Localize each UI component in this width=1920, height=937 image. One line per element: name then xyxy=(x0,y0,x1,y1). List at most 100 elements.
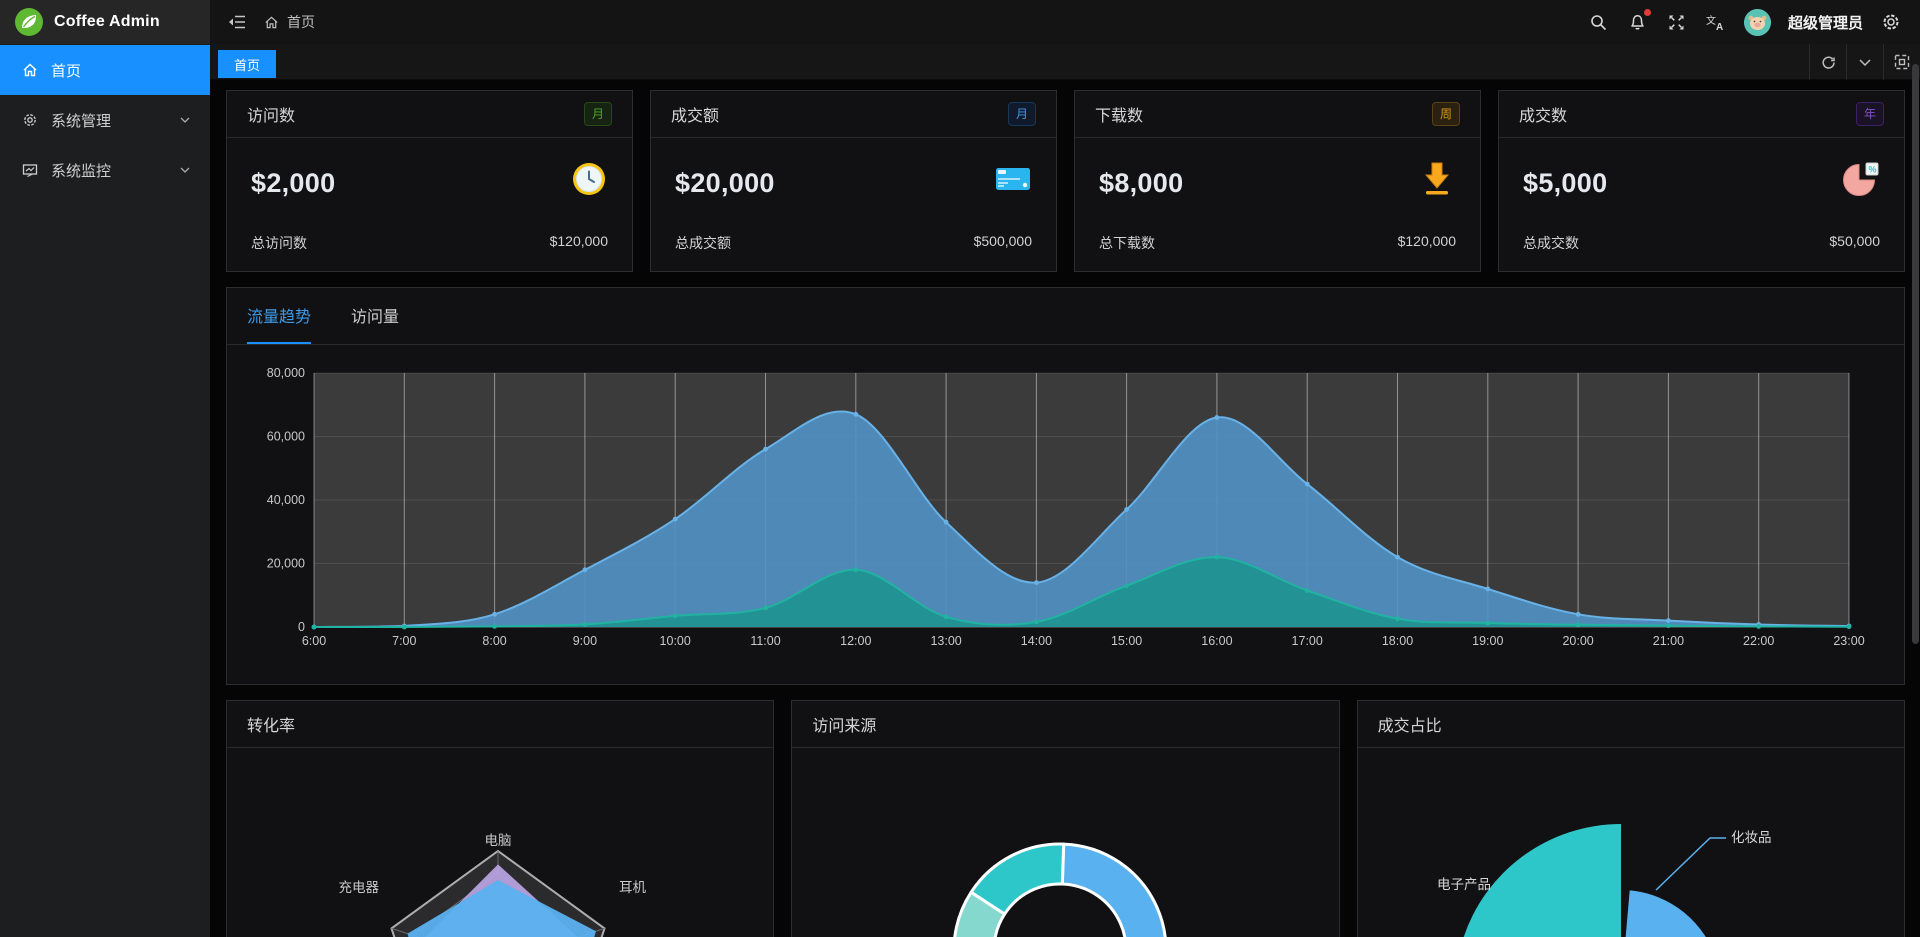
stat-footer-value: $120,000 xyxy=(1398,233,1456,253)
trend-chart-card: 流量趋势 访问量 020,00040,00060,00080,0006:007:… xyxy=(226,287,1905,685)
main-area: 首页 xyxy=(210,0,1920,937)
gear-icon xyxy=(1882,13,1900,31)
notification-badge-dot xyxy=(1644,9,1651,16)
svg-text:10:00: 10:00 xyxy=(660,634,691,648)
svg-text:19:00: 19:00 xyxy=(1472,634,1503,648)
home-icon xyxy=(22,62,38,78)
brand[interactable]: Coffee Admin xyxy=(0,0,210,44)
period-badge: 月 xyxy=(1008,102,1036,126)
sidebar-item-system-management[interactable]: 系统管理 xyxy=(0,95,210,145)
svg-text:22:00: 22:00 xyxy=(1743,634,1774,648)
stat-card-deals: 成交数 年 $5,000 % 总成交数 $50,000 xyxy=(1498,90,1905,272)
svg-text:7:00: 7:00 xyxy=(392,634,416,648)
stat-value: $2,000 xyxy=(251,168,335,199)
menu-fold-icon xyxy=(228,14,246,30)
refresh-tab-button[interactable] xyxy=(1809,44,1846,80)
bottom-charts-row: 转化率 电脑充电器耳机 访问来源 成交占比 电子产品化妆品 xyxy=(226,700,1905,937)
sidebar-item-label: 系统监控 xyxy=(51,160,111,181)
svg-text:充电器: 充电器 xyxy=(339,880,380,895)
avatar[interactable] xyxy=(1744,9,1771,36)
svg-text:8:00: 8:00 xyxy=(482,634,506,648)
svg-text:16:00: 16:00 xyxy=(1201,634,1232,648)
stat-footer-label: 总访问数 xyxy=(251,233,307,253)
settings-button[interactable] xyxy=(1880,11,1902,33)
stat-value: $8,000 xyxy=(1099,168,1183,199)
period-badge: 月 xyxy=(584,102,612,126)
traffic-trend-area-chart[interactable]: 020,00040,00060,00080,0006:007:008:009:0… xyxy=(227,345,1904,685)
sidebar: Coffee Admin 首页 系统管理 xyxy=(0,0,210,937)
current-user-name[interactable]: 超级管理员 xyxy=(1788,12,1863,33)
page-tab-label: 首页 xyxy=(234,55,260,74)
svg-text:6:00: 6:00 xyxy=(302,634,326,648)
notifications-button[interactable] xyxy=(1627,11,1649,33)
svg-text:电子产品: 电子产品 xyxy=(1437,877,1491,892)
breadcrumb[interactable]: 首页 xyxy=(264,12,315,32)
svg-text:20,000: 20,000 xyxy=(267,557,305,571)
svg-text:21:00: 21:00 xyxy=(1653,634,1684,648)
visit-source-donut-chart[interactable] xyxy=(792,748,1338,937)
svg-text:40,000: 40,000 xyxy=(267,493,305,507)
home-icon xyxy=(264,15,279,30)
page-content: 访问数 月 $2,000 总访问数 $120,000 xyxy=(210,80,1920,937)
deal-share-pie-chart[interactable]: 电子产品化妆品 xyxy=(1358,748,1904,937)
svg-text:23:00: 23:00 xyxy=(1833,634,1864,648)
tab-traffic-trend[interactable]: 流量趋势 xyxy=(247,288,311,344)
tab-visit-volume[interactable]: 访问量 xyxy=(351,288,399,344)
download-icon xyxy=(1418,160,1456,198)
brand-logo-icon xyxy=(14,7,44,37)
sidebar-menu: 首页 系统管理 系统监控 xyxy=(0,44,210,195)
page-tab-home[interactable]: 首页 xyxy=(218,50,276,78)
fullscreen-icon xyxy=(1668,14,1685,31)
stat-footer-label: 总成交额 xyxy=(675,233,731,253)
sidebar-item-label: 系统管理 xyxy=(51,110,111,131)
sidebar-item-system-monitoring[interactable]: 系统监控 xyxy=(0,145,210,195)
chevron-down-icon xyxy=(180,167,190,173)
svg-text:14:00: 14:00 xyxy=(1021,634,1052,648)
svg-text:0: 0 xyxy=(298,620,305,634)
stat-card-visits: 访问数 月 $2,000 总访问数 $120,000 xyxy=(226,90,633,272)
scrollbar[interactable] xyxy=(1912,64,1919,644)
svg-text:15:00: 15:00 xyxy=(1111,634,1142,648)
svg-text:13:00: 13:00 xyxy=(930,634,961,648)
fullscreen-button[interactable] xyxy=(1666,11,1688,33)
sidebar-collapse-button[interactable] xyxy=(226,11,248,33)
tab-label: 流量趋势 xyxy=(247,303,311,327)
stat-card-title: 访问数 xyxy=(247,102,295,126)
chevron-down-icon xyxy=(1859,59,1871,66)
svg-text:文: 文 xyxy=(1706,14,1716,27)
avatar-image xyxy=(1744,9,1771,36)
clock-icon xyxy=(570,160,608,198)
stat-value: $5,000 xyxy=(1523,168,1607,199)
card-title: 成交占比 xyxy=(1378,712,1442,736)
sidebar-item-label: 首页 xyxy=(51,60,81,81)
svg-text:电脑: 电脑 xyxy=(485,833,512,848)
tabs-bar: 首页 xyxy=(210,44,1920,80)
topbar: 首页 xyxy=(210,0,1920,44)
svg-text:A: A xyxy=(1716,22,1723,31)
conversion-rate-card: 转化率 电脑充电器耳机 xyxy=(226,700,774,937)
chevron-down-icon xyxy=(180,117,190,123)
search-button[interactable] xyxy=(1588,11,1610,33)
period-badge: 年 xyxy=(1856,102,1884,126)
stat-cards-row: 访问数 月 $2,000 总访问数 $120,000 xyxy=(226,90,1905,272)
gear-icon xyxy=(22,112,38,128)
stat-card-downloads: 下载数 周 $8,000 总下载数 $120,000 xyxy=(1074,90,1481,272)
pie-icon: % xyxy=(1842,160,1880,198)
tab-options-button[interactable] xyxy=(1846,44,1883,80)
search-icon xyxy=(1590,14,1607,31)
tab-controls xyxy=(1809,44,1920,80)
svg-text:9:00: 9:00 xyxy=(573,634,597,648)
svg-text:耳机: 耳机 xyxy=(619,880,647,895)
svg-text:80,000: 80,000 xyxy=(267,366,305,380)
language-switch-button[interactable]: 文 A xyxy=(1705,11,1727,33)
refresh-icon xyxy=(1821,55,1836,70)
credit-card-icon xyxy=(994,160,1032,198)
stat-card-title: 下载数 xyxy=(1095,102,1143,126)
deal-share-card: 成交占比 电子产品化妆品 xyxy=(1357,700,1905,937)
trend-chart-tabs: 流量趋势 访问量 xyxy=(227,288,1904,345)
svg-text:11:00: 11:00 xyxy=(750,634,780,648)
sidebar-item-home[interactable]: 首页 xyxy=(0,45,210,95)
conversion-rate-radar-chart[interactable]: 电脑充电器 耳机 xyxy=(227,748,773,937)
stat-footer-label: 总成交数 xyxy=(1523,233,1579,253)
svg-text:%: % xyxy=(1869,165,1877,175)
